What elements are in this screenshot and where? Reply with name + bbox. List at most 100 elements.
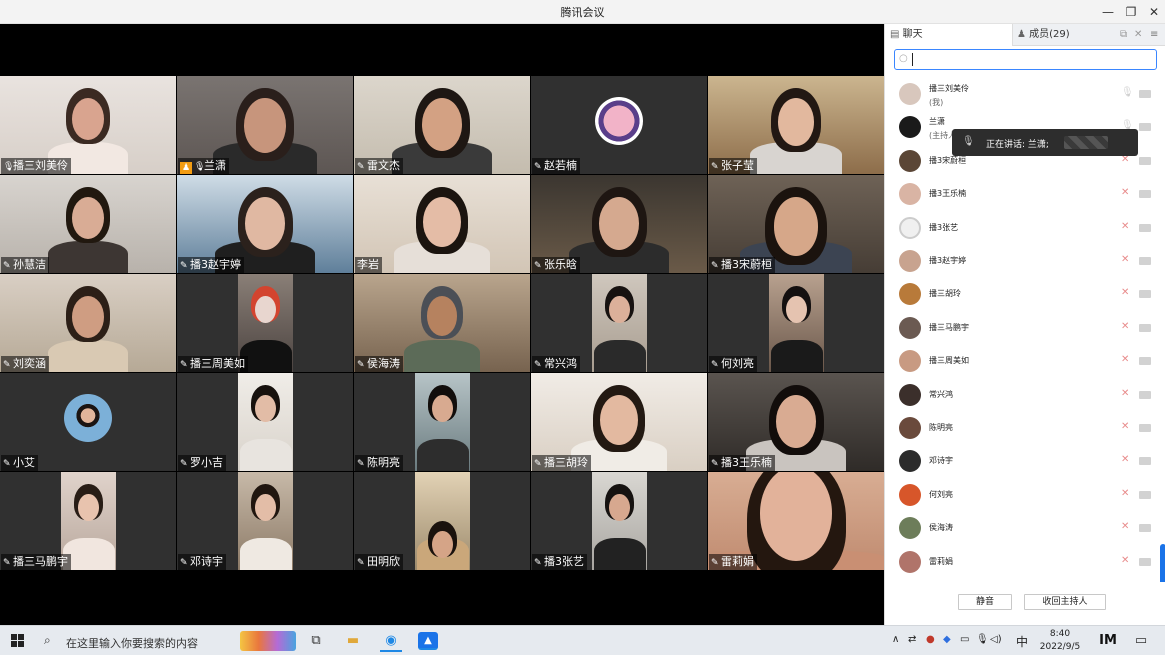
mic-muted-icon[interactable]: ✕ (1121, 388, 1133, 402)
video-tile[interactable]: 李岩 (354, 175, 530, 273)
camera-off-icon[interactable] (1139, 524, 1151, 533)
camera-off-icon[interactable] (1139, 190, 1151, 199)
video-tile[interactable]: ✎ 雷文杰 (354, 76, 530, 174)
camera-off-icon[interactable] (1139, 323, 1151, 332)
member-row[interactable]: 侯海涛 ✕ (885, 512, 1160, 545)
close-panel-icon[interactable]: ✕ (1134, 24, 1146, 46)
video-tile[interactable]: ✎ 何刘亮 (708, 274, 884, 372)
member-avatar (899, 183, 921, 206)
video-tile[interactable]: ♟ 🎙兰潇 (177, 76, 353, 174)
video-tile[interactable]: ✎ 小艾 (0, 373, 176, 471)
mic-muted-icon[interactable]: ✕ (1121, 254, 1133, 268)
video-tile[interactable]: ✎ 侯海涛 (354, 274, 530, 372)
camera-off-icon[interactable] (1139, 390, 1151, 399)
video-tile[interactable]: ✎ 张子莹 (708, 76, 884, 174)
camera-off-icon[interactable] (1139, 90, 1151, 98)
tab-members[interactable]: ♟ 成员(29) (1014, 24, 1114, 46)
video-tile[interactable]: ✎ 播3王乐楠 (708, 373, 884, 471)
minimize-button[interactable]: — (1098, 3, 1118, 21)
mic-muted-icon[interactable]: ✕ (1121, 287, 1133, 301)
file-explorer-icon[interactable]: ▬ (342, 630, 364, 652)
volume-icon[interactable]: ◁) (990, 634, 1002, 645)
camera-off-icon[interactable] (1139, 490, 1151, 499)
member-row[interactable]: 雷莉娟 ✕ (885, 546, 1160, 579)
member-row[interactable]: 常兴鸿 ✕ (885, 379, 1160, 412)
member-row[interactable]: 播3王乐楠 ✕ (885, 178, 1160, 211)
camera-off-icon[interactable] (1139, 357, 1151, 366)
notification-icon[interactable]: ▭ (1130, 630, 1152, 652)
camera-off-icon[interactable] (1139, 223, 1151, 232)
video-tile[interactable]: ✎ 田明欣 (354, 472, 530, 570)
mic-muted-icon[interactable]: ✕ (1121, 521, 1133, 535)
mic-muted-icon[interactable]: ✕ (1121, 187, 1133, 201)
mic-muted-icon[interactable]: ✕ (1121, 421, 1133, 435)
shield-icon[interactable]: ◆ (943, 634, 951, 645)
member-row[interactable]: 播三胡玲 ✕ (885, 278, 1160, 311)
battery-icon[interactable]: ▭ (960, 634, 969, 645)
member-search-input[interactable]: ○ (894, 49, 1157, 70)
camera-off-icon[interactable] (1139, 156, 1151, 165)
reclaim-host-button[interactable]: 收回主持人 (1024, 594, 1106, 610)
member-row[interactable]: 邓诗宇 ✕ (885, 445, 1160, 478)
windows-start-icon[interactable] (11, 634, 24, 647)
video-tile[interactable]: ✎ 张乐晗 (531, 175, 707, 273)
video-tile[interactable]: ✎ 播三胡玲 (531, 373, 707, 471)
video-tile[interactable]: ✎ 常兴鸿 (531, 274, 707, 372)
member-row[interactable]: 播三马鹏宇 ✕ (885, 312, 1160, 345)
mic-muted-icon[interactable]: ✕ (1121, 221, 1133, 235)
video-tile[interactable]: ✎ 播3宋蔚桓 (708, 175, 884, 273)
restore-button[interactable]: ❐ (1121, 3, 1141, 21)
member-row[interactable]: 播3张艺 ✕ (885, 212, 1160, 245)
mic-muted-icon[interactable]: ✕ (1121, 454, 1133, 468)
video-tile[interactable]: ✎ 罗小吉 (177, 373, 353, 471)
microphone-icon[interactable]: 🎙 (976, 634, 989, 645)
camera-off-icon[interactable] (1139, 557, 1151, 566)
camera-off-icon[interactable] (1139, 424, 1151, 432)
video-tile[interactable]: ✎ 雷莉娟 (708, 472, 884, 570)
video-tile[interactable]: ✎ 孙慧洁 (0, 175, 176, 273)
participant-face (426, 296, 458, 336)
member-row[interactable]: 陈明亮 ✕ (885, 412, 1160, 445)
clock[interactable]: 8:40 2022/9/5 (1034, 628, 1086, 654)
video-tile[interactable]: ✎ 邓诗宇 (177, 472, 353, 570)
participant-name: 播3张艺 (544, 555, 584, 568)
member-avatar (899, 283, 921, 306)
mic-muted-icon[interactable]: ✕ (1121, 354, 1133, 368)
search-highlight-icon[interactable] (240, 631, 296, 651)
ime-logo-icon[interactable]: IM (1097, 630, 1119, 652)
network-icon[interactable]: ⇄ (908, 634, 916, 645)
mic-muted-icon[interactable]: ✕ (1121, 488, 1133, 502)
video-tile[interactable]: ✎ 赵若楠 (531, 76, 707, 174)
video-tile[interactable]: 🎙播三刘美伶 (0, 76, 176, 174)
camera-off-icon[interactable] (1139, 123, 1151, 132)
tencent-meeting-icon[interactable]: ▲ (418, 632, 438, 650)
popout-icon[interactable]: ⧉ (1120, 24, 1134, 46)
mic-muted-icon[interactable]: ✕ (1121, 555, 1133, 569)
camera-off-icon[interactable] (1139, 457, 1151, 466)
menu-icon[interactable]: ≡ (1150, 24, 1164, 46)
task-view-icon[interactable]: ⧉ (305, 630, 327, 652)
ime-indicator[interactable]: 中 (1016, 633, 1028, 650)
edge-browser-icon[interactable]: ◉ (380, 630, 402, 652)
video-tile[interactable]: ✎ 播3张艺 (531, 472, 707, 570)
video-tile[interactable]: ✎ 刘奕涵 (0, 274, 176, 372)
camera-off-icon[interactable] (1139, 290, 1151, 299)
member-row[interactable]: 播三刘美伶 (我) 🎙 (885, 78, 1160, 111)
camera-off-icon[interactable] (1139, 257, 1151, 265)
participant-face (255, 395, 276, 423)
microphone-icon[interactable]: 🎙 (1121, 87, 1134, 101)
video-tile[interactable]: ✎ 播3赵宇婷 (177, 175, 353, 273)
video-tile[interactable]: ✎ 陈明亮 (354, 373, 530, 471)
close-button[interactable]: ✕ (1144, 3, 1164, 21)
tab-chat[interactable]: ▤ 聊天 (885, 24, 1013, 46)
app-tray-icon[interactable]: ● (926, 634, 935, 645)
mic-muted-icon[interactable]: ✕ (1121, 321, 1133, 335)
video-tile[interactable]: ✎ 播三周美如 (177, 274, 353, 372)
taskbar-search[interactable]: ⌕ 在这里输入你要搜索的内容 (36, 629, 236, 653)
video-tile[interactable]: ✎ 播三马鹏宇 (0, 472, 176, 570)
member-row[interactable]: 何刘亮 ✕ (885, 479, 1160, 512)
member-row[interactable]: 播三周美如 ✕ (885, 345, 1160, 378)
mute-all-button[interactable]: 静音 (958, 594, 1012, 610)
chevron-up-icon[interactable]: ∧ (892, 634, 899, 645)
member-row[interactable]: 播3赵宇婷 ✕ (885, 245, 1160, 278)
